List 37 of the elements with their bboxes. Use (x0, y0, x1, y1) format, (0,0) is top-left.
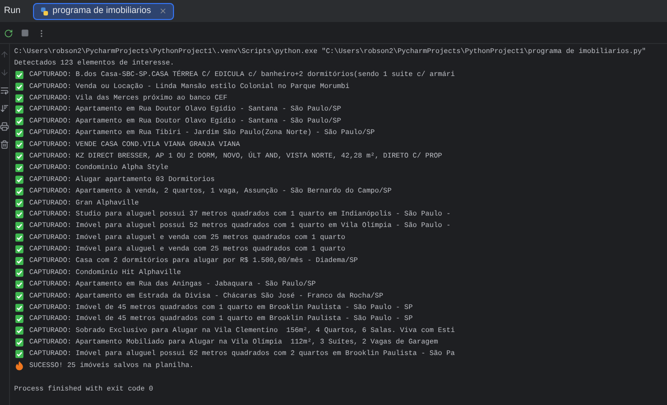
checkmark-icon (15, 164, 24, 172)
checkmark-icon (15, 198, 24, 207)
stop-icon[interactable] (21, 29, 29, 37)
checkmark-icon (15, 292, 24, 300)
checkmark-icon (15, 268, 24, 277)
close-icon[interactable] (159, 7, 168, 15)
checkmark-icon (15, 175, 24, 184)
checkmark-icon (15, 234, 24, 242)
checkmark-icon (15, 303, 24, 312)
checkmark-icon (15, 222, 24, 230)
checkmark-icon (15, 106, 24, 114)
wrap-text-icon[interactable] (0, 86, 9, 95)
checkmark-icon (15, 70, 24, 79)
checkmark-icon (15, 326, 24, 335)
run-tab[interactable]: programa de imobiliarios (32, 2, 174, 20)
checkmark-icon (15, 140, 24, 149)
checkmark-icon (15, 152, 24, 160)
checkmark-icon (15, 128, 24, 138)
checkmark-icon (15, 82, 24, 91)
checkmark-icon (15, 210, 24, 219)
fire-icon (15, 361, 24, 370)
python-icon (40, 6, 49, 16)
scroll-to-end-icon[interactable] (0, 104, 9, 113)
trash-icon[interactable] (0, 140, 9, 149)
tab-label: programa de imobiliarios (52, 4, 152, 18)
checkmark-icon (15, 350, 24, 358)
checkmark-icon (15, 315, 24, 324)
checkmark-icon (15, 256, 24, 266)
checkmark-icon (15, 245, 24, 254)
print-icon[interactable] (0, 122, 9, 131)
checkmark-icon (15, 187, 24, 196)
checkmark-icon (15, 94, 24, 102)
checkmark-icon (15, 280, 24, 288)
rerun-icon[interactable] (4, 28, 13, 38)
checkmark-icon (15, 117, 24, 126)
panel-title: Run (4, 4, 21, 18)
checkmark-icon (15, 338, 24, 347)
